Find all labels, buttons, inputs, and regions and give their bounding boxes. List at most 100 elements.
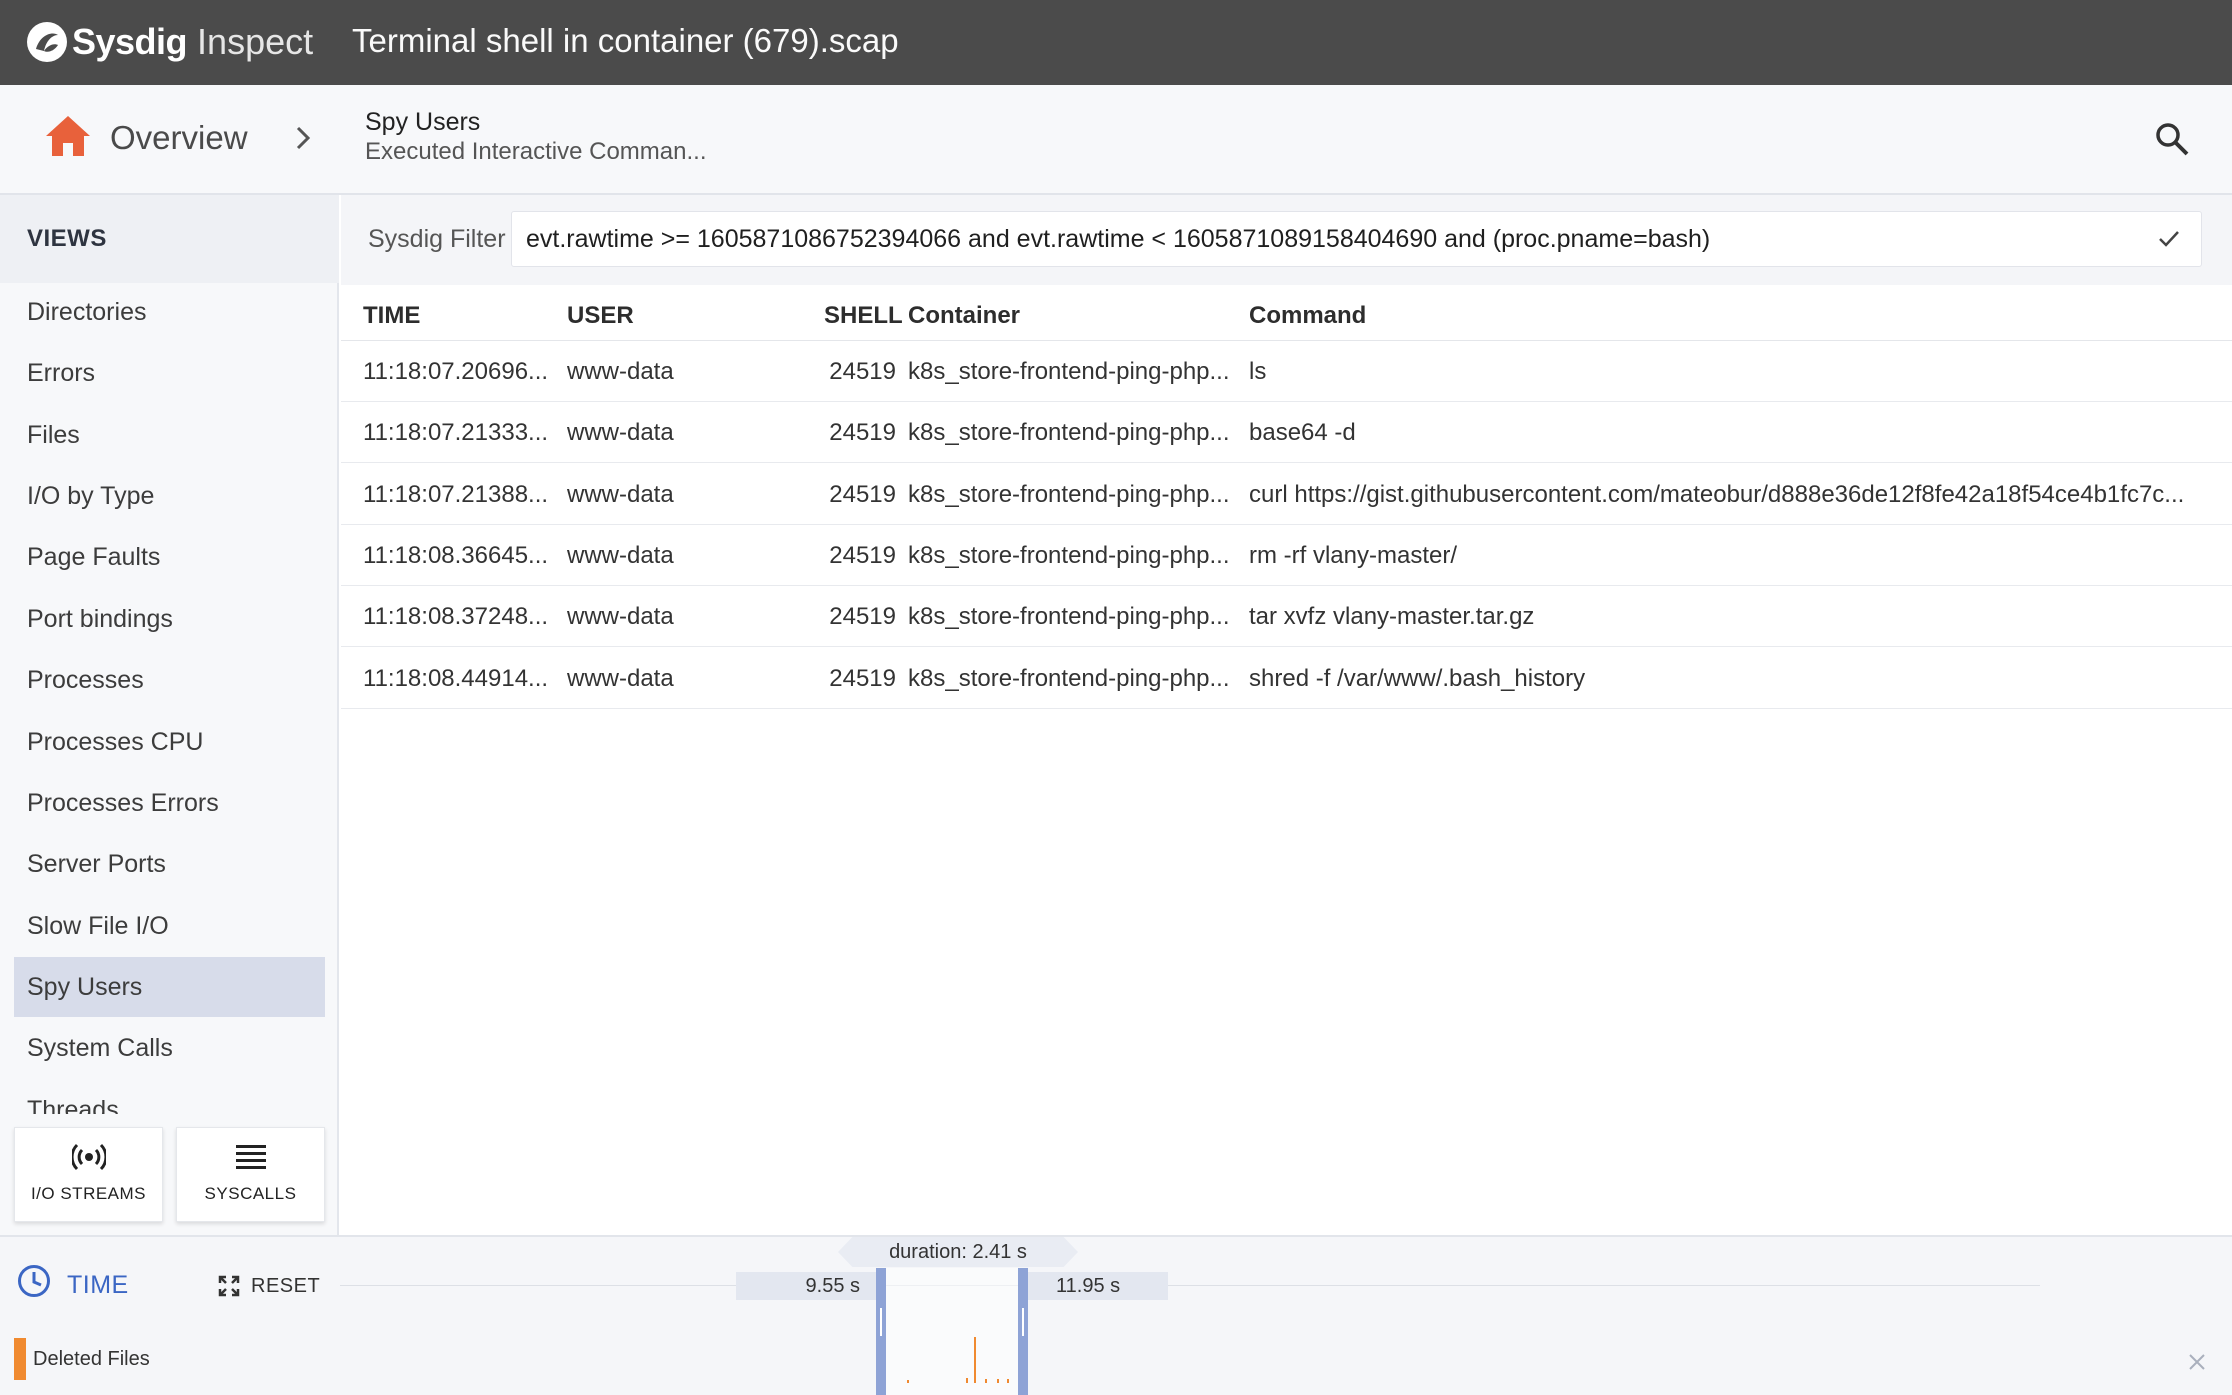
deleted-files-spike [985, 1379, 987, 1383]
syscalls-button[interactable]: SYSCALLS [176, 1127, 325, 1222]
cell-user: www-data [567, 603, 674, 630]
cell-time: 11:18:07.21388... [363, 481, 549, 508]
cell-time: 11:18:07.21333... [363, 419, 549, 446]
deleted-files-spike [974, 1337, 976, 1383]
view-item-processes[interactable]: Processes [14, 650, 325, 710]
table-row[interactable]: 11:18:07.21388... www-data 24519 k8s_sto… [341, 464, 2232, 525]
column-header-user[interactable]: USER [567, 302, 634, 330]
column-header-time[interactable]: TIME [363, 302, 420, 330]
filter-bar: Sysdig Filter evt.rawtime >= 16058710867… [341, 195, 2232, 285]
view-item-processes-errors[interactable]: Processes Errors [14, 773, 325, 833]
cell-container: k8s_store-frontend-ping-php... [908, 481, 1230, 508]
table-row[interactable]: 11:18:08.36645... www-data 24519 k8s_sto… [341, 525, 2232, 586]
range-start-label: 9.55 s [736, 1272, 878, 1300]
cell-container: k8s_store-frontend-ping-php... [908, 603, 1230, 630]
sysdig-logo-icon [27, 22, 67, 62]
cell-shell: 24519 [829, 542, 896, 569]
column-header-shell[interactable]: SHELL [824, 302, 903, 330]
cell-shell: 24519 [829, 665, 896, 692]
view-list: Directories Errors Files I/O by Type Pag… [0, 282, 339, 1114]
cell-user: www-data [567, 665, 674, 692]
view-item-page-faults[interactable]: Page Faults [14, 527, 325, 587]
reset-button[interactable]: RESET [218, 1273, 320, 1299]
cell-command: tar xvfz vlany-master.tar.gz [1249, 603, 1535, 630]
close-icon[interactable] [2186, 1351, 2208, 1373]
cell-command: shred -f /var/www/.bash_history [1249, 665, 1586, 692]
breadcrumb-current: Spy Users Executed Interactive Comman... [365, 107, 706, 167]
view-item-threads[interactable]: Threads [14, 1080, 325, 1114]
filter-value[interactable]: evt.rawtime >= 1605871086752394066 and e… [526, 225, 1710, 254]
cell-container: k8s_store-frontend-ping-php... [908, 358, 1230, 385]
cell-user: www-data [567, 481, 674, 508]
timeline-selection[interactable] [886, 1268, 1022, 1395]
home-icon[interactable] [44, 114, 92, 158]
view-item-port-bindings[interactable]: Port bindings [14, 589, 325, 649]
reset-label: RESET [251, 1274, 321, 1297]
cell-shell: 24519 [829, 419, 896, 446]
check-icon[interactable] [2157, 228, 2181, 250]
column-header-container[interactable]: Container [908, 302, 1020, 330]
table-row[interactable]: 11:18:07.20696... www-data 24519 k8s_sto… [341, 341, 2232, 402]
cell-user: www-data [567, 358, 674, 385]
breadcrumb-current-title: Spy Users [365, 108, 481, 136]
view-item-directories[interactable]: Directories [14, 282, 325, 342]
views-title: VIEWS [27, 225, 107, 252]
table-row[interactable]: 11:18:07.21333... www-data 24519 k8s_sto… [341, 402, 2232, 463]
app-logo: Sysdig Inspect [26, 20, 313, 64]
expand-icon [218, 1275, 240, 1297]
cell-container: k8s_store-frontend-ping-php... [908, 665, 1230, 692]
view-item-server-ports[interactable]: Server Ports [14, 834, 325, 894]
range-end-handle[interactable] [1018, 1268, 1028, 1395]
table-row[interactable]: 11:18:08.44914... www-data 24519 k8s_sto… [341, 648, 2232, 709]
view-item-files[interactable]: Files [14, 405, 325, 465]
cell-user: www-data [567, 419, 674, 446]
view-item-processes-cpu[interactable]: Processes CPU [14, 712, 325, 772]
timeline-panel: TIME RESET duration: 2.41 s 9.55 s 11.95… [0, 1235, 2232, 1395]
cell-time: 11:18:08.36645... [363, 542, 549, 569]
table-header: TIME USER SHELL Container Command [341, 285, 2232, 341]
sysdig-filter-input[interactable]: evt.rawtime >= 1605871086752394066 and e… [511, 211, 2202, 267]
cell-command: ls [1249, 358, 1267, 385]
chevron-right-icon [296, 126, 311, 150]
time-label: TIME [67, 1271, 129, 1299]
view-item-io-by-type[interactable]: I/O by Type [14, 466, 325, 526]
cell-time: 11:18:07.20696... [363, 358, 549, 385]
search-icon[interactable] [2154, 121, 2190, 157]
cell-time: 11:18:08.44914... [363, 665, 549, 692]
timeline-track [340, 1285, 2040, 1286]
cell-command: rm -rf vlany-master/ [1249, 542, 1458, 569]
deleted-files-spike [997, 1379, 999, 1383]
brand-name: Sysdig [72, 21, 188, 62]
cell-shell: 24519 [829, 358, 896, 385]
view-item-errors[interactable]: Errors [14, 343, 325, 403]
cell-container: k8s_store-frontend-ping-php... [908, 542, 1230, 569]
main-panel: Sysdig Filter evt.rawtime >= 16058710867… [341, 195, 2232, 1235]
cell-command: base64 -d [1249, 419, 1356, 446]
deleted-files-spike [1007, 1379, 1009, 1383]
list-icon [235, 1145, 266, 1169]
cell-user: www-data [567, 542, 674, 569]
view-item-system-calls[interactable]: System Calls [14, 1018, 325, 1078]
filter-label: Sysdig Filter [368, 225, 506, 253]
title-bar: Sysdig Inspect Terminal shell in contain… [0, 0, 2232, 85]
breadcrumb-current-subtitle: Executed Interactive Comman... [365, 138, 707, 165]
breadcrumb-overview[interactable]: Overview [110, 119, 248, 157]
range-start-handle[interactable] [876, 1268, 886, 1395]
product-name: Inspect [197, 21, 314, 62]
column-header-command[interactable]: Command [1249, 302, 1366, 330]
io-streams-button[interactable]: I/O STREAMS [14, 1127, 163, 1222]
breadcrumb: Overview Spy Users Executed Interactive … [0, 85, 2232, 195]
view-item-spy-users[interactable]: Spy Users [14, 957, 325, 1017]
deleted-files-legend: Deleted Files [33, 1348, 150, 1370]
cell-shell: 24519 [829, 481, 896, 508]
view-item-slow-file-io[interactable]: Slow File I/O [14, 896, 325, 956]
duration-label: duration: 2.41 s [838, 1237, 1078, 1267]
cell-shell: 24519 [829, 603, 896, 630]
table-row[interactable]: 11:18:08.37248... www-data 24519 k8s_sto… [341, 586, 2232, 647]
views-header: VIEWS [0, 195, 339, 283]
cell-container: k8s_store-frontend-ping-php... [908, 419, 1230, 446]
cell-time: 11:18:08.37248... [363, 603, 549, 630]
deleted-files-spike [907, 1380, 909, 1383]
deleted-files-spike [966, 1378, 968, 1383]
deleted-files-swatch [14, 1338, 26, 1380]
